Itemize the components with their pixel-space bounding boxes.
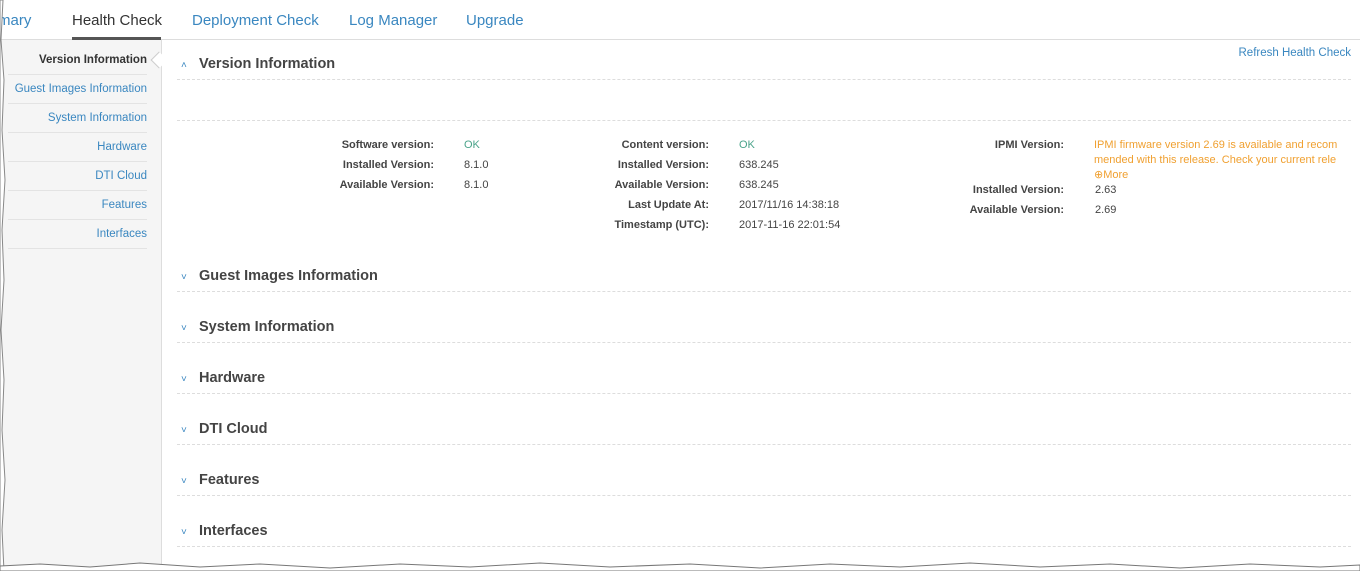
sidebar-item-interfaces[interactable]: Interfaces [8,220,147,249]
tab-deployment-check[interactable]: Deployment Check [192,12,319,29]
ipmi-warning-line: IPMI firmware version 2.69 is available … [1094,139,1338,151]
sidebar-item-guest-images-information[interactable]: Guest Images Information [8,75,147,104]
divider [177,120,1351,121]
section-title: System Information [199,319,335,335]
sidebar-item-system-information[interactable]: System Information [8,104,147,133]
section-interfaces-header[interactable]: ˅ Interfaces [177,519,1351,547]
ipmi-installed-value: 2.63 [1095,184,1117,196]
tab-log-manager[interactable]: Log Manager [349,12,437,29]
ipmi-warning-message: IPMI firmware version 2.69 is available … [1094,138,1352,183]
content-timestamp-value: 2017-11-16 22:01:54 [739,219,841,231]
section-title: Guest Images Information [199,268,378,284]
section-title: Version Information [199,56,336,72]
software-version-status: OK [464,139,480,151]
chevron-down-icon: ˅ [181,272,187,283]
content-installed-value: 638.245 [739,159,779,171]
more-label: More [1103,169,1129,181]
torn-edge-bottom [0,562,1360,571]
section-hardware-header[interactable]: ˅ Hardware [177,366,1351,394]
chevron-down-icon: ˅ [181,374,187,385]
content-available-value: 638.245 [739,179,779,191]
content-last-update-label: Last Update At: [628,199,709,211]
section-title: Features [199,472,260,488]
ipmi-installed-label: Installed Version: [972,184,1064,196]
section-title: Hardware [199,370,266,386]
software-installed-value: 8.1.0 [464,159,489,171]
top-tab-bar: mary Health Check Deployment Check Log M… [0,0,1360,40]
content-installed-label: Installed Version: [617,159,709,171]
section-dti-cloud-header[interactable]: ˅ DTI Cloud [177,417,1351,445]
software-installed-label: Installed Version: [342,159,434,171]
sidebar: Version Information Guest Images Informa… [0,40,168,571]
chevron-down-icon: ˅ [181,476,187,487]
content-version-status: OK [739,139,755,151]
sidebar-item-features[interactable]: Features [8,191,147,220]
plus-circle-icon: ⊕ [1094,169,1104,181]
section-version-information-header[interactable]: ˄ Version Information [177,52,1351,80]
sidebar-item-dti-cloud[interactable]: DTI Cloud [8,162,147,191]
content-version-label: Content version: [621,139,709,151]
sidebar-item-version-information[interactable]: Version Information [8,46,147,75]
more-link[interactable]: ⊕More [1094,168,1352,183]
content-available-label: Available Version: [614,179,709,191]
tab-upgrade[interactable]: Upgrade [466,12,524,29]
section-title: DTI Cloud [199,421,268,437]
chevron-down-icon: ˅ [181,527,187,538]
tab-health-check[interactable]: Health Check [72,12,162,29]
content-timestamp-label: Timestamp (UTC): [614,219,709,231]
content-last-update-value: 2017/11/16 14:38:18 [739,199,840,211]
section-features-header[interactable]: ˅ Features [177,468,1351,496]
section-system-information-header[interactable]: ˅ System Information [177,315,1351,343]
software-available-value: 8.1.0 [464,179,489,191]
sidebar-item-hardware[interactable]: Hardware [8,133,147,162]
chevron-up-icon: ˄ [181,60,187,71]
software-available-label: Available Version: [339,179,434,191]
section-guest-images-information-header[interactable]: ˅ Guest Images Information [177,264,1351,292]
section-title: Interfaces [199,523,268,539]
ipmi-available-label: Available Version: [969,204,1064,216]
chevron-down-icon: ˅ [181,323,187,334]
active-item-pointer [150,51,168,69]
ipmi-version-label: IPMI Version: [994,139,1064,151]
ipmi-available-value: 2.69 [1095,204,1117,216]
ipmi-warning-line: mended with this release. Check your cur… [1094,154,1337,166]
software-version-label: Software version: [341,139,434,151]
torn-edge-left [0,0,6,571]
chevron-down-icon: ˅ [181,425,187,436]
